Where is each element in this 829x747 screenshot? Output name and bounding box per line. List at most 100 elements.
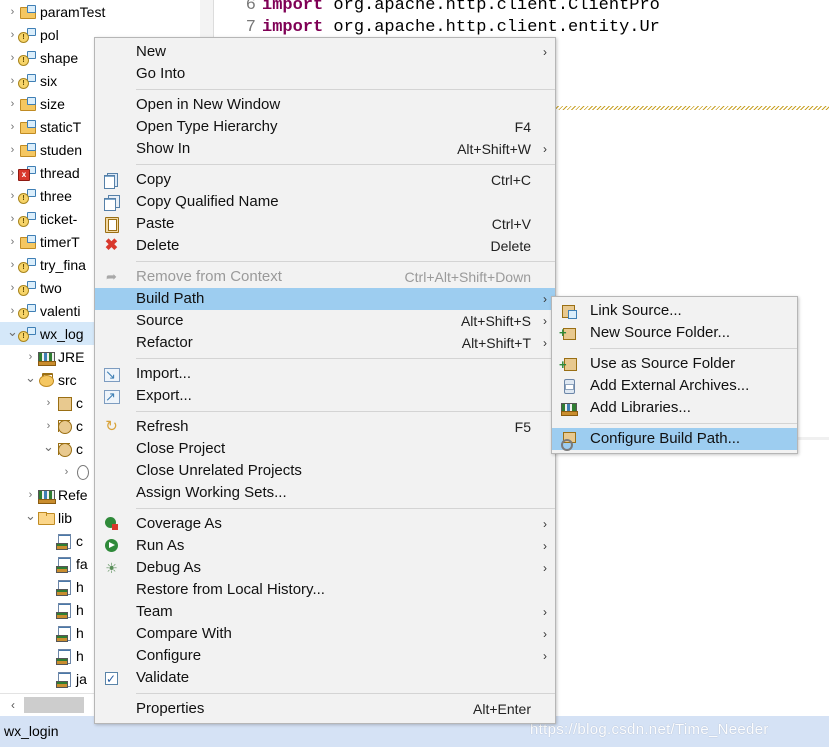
tree-item-label: ja (76, 670, 87, 687)
scroll-left-icon[interactable]: ‹ (6, 697, 20, 713)
menu-item-copy-qualified-name[interactable]: Copy Qualified Name (95, 191, 555, 213)
menu-item-coverage-as[interactable]: Coverage As › (95, 513, 555, 535)
submenu-item-configure-build-path[interactable]: Configure Build Path... (552, 428, 797, 451)
menu-item-team[interactable]: Team › (95, 601, 555, 623)
java-project-icon (18, 50, 37, 67)
java-project-icon (19, 142, 37, 158)
tree-item-label: three (40, 187, 72, 204)
delete-icon-wrap: ✖ (103, 238, 120, 254)
menu-item-refactor[interactable]: Refactor Alt+Shift+T › (95, 332, 555, 354)
status-bar-label: wx_login (4, 723, 59, 739)
menu-item-label: Compare With (136, 625, 232, 642)
chevron-right-icon[interactable]: › (6, 70, 19, 93)
copy-icon (103, 172, 120, 189)
code-line[interactable]: import org.apache.http.client.ClientPro (262, 0, 660, 15)
menu-item-run-as[interactable]: Run As › (95, 535, 555, 557)
jar-icon (55, 533, 73, 551)
chevron-right-icon[interactable]: › (6, 208, 19, 231)
chevron-right-icon[interactable]: › (6, 116, 19, 139)
java-project-icon (19, 234, 37, 250)
tree-item-label: c (76, 417, 83, 434)
menu-item-label: Build Path (136, 290, 205, 307)
menu-item-validate[interactable]: Validate (95, 667, 555, 690)
java-project-icon (19, 96, 37, 112)
chevron-right-icon: › (543, 649, 547, 663)
menu-item-source[interactable]: Source Alt+Shift+S › (95, 310, 555, 332)
tree-item-label: src (58, 371, 77, 388)
chevron-right-icon[interactable]: › (6, 93, 19, 116)
project-context-menu[interactable]: New › Go Into Open in New Window Open Type H… (94, 37, 556, 724)
menu-separator (136, 164, 555, 165)
submenu-item-new-source-folder[interactable]: New Source Folder... (552, 322, 797, 344)
menu-item-label: Delete (136, 237, 180, 254)
line-number: 6 (245, 0, 256, 15)
build-path-submenu[interactable]: Link Source... New Source Folder... Use as… (551, 296, 798, 454)
menu-item-paste[interactable]: Paste Ctrl+V (95, 213, 555, 235)
menu-item-close-unrelated-projects[interactable]: Close Unrelated Projects (95, 460, 555, 482)
menu-item-shortcut: Alt+Enter (473, 701, 531, 717)
menu-item-debug-as[interactable]: ☀ Debug As › (95, 557, 555, 579)
chevron-right-icon[interactable]: › (6, 24, 19, 47)
submenu-item-label: Add External Archives... (590, 377, 750, 394)
chevron-right-icon[interactable]: › (6, 185, 19, 208)
configure-build-path-icon (560, 431, 577, 451)
add-libraries-icon (560, 400, 578, 416)
chevron-right-icon[interactable]: › (6, 47, 19, 70)
package-icon (55, 418, 73, 435)
library-icon (37, 487, 56, 505)
chevron-right-icon[interactable]: › (6, 231, 19, 254)
menu-item-assign-working-sets[interactable]: Assign Working Sets... (95, 482, 555, 504)
menu-item-go-into[interactable]: Go Into (95, 63, 555, 85)
menu-item-open-in-new-window[interactable]: Open in New Window (95, 94, 555, 116)
chevron-right-icon[interactable]: › (6, 1, 19, 24)
scrollbar-thumb[interactable] (24, 697, 84, 713)
chevron-right-icon: › (543, 517, 547, 531)
menu-item-delete[interactable]: ✖ Delete Delete (95, 235, 555, 257)
run-icon (103, 538, 120, 554)
chevron-down-icon[interactable]: ⌄ (42, 435, 55, 458)
chevron-right-icon[interactable]: › (60, 461, 73, 484)
chevron-right-icon[interactable]: › (6, 139, 19, 162)
submenu-item-label: Configure Build Path... (590, 430, 741, 447)
menu-item-export[interactable]: Export... (95, 385, 555, 408)
menu-item-compare-with[interactable]: Compare With › (95, 623, 555, 645)
copy-qualified-icon (103, 194, 120, 211)
menu-item-label: Assign Working Sets... (136, 484, 287, 501)
menu-item-open-type-hierarchy[interactable]: Open Type Hierarchy F4 (95, 116, 555, 138)
menu-item-configure[interactable]: Configure › (95, 645, 555, 667)
tree-item-label: wx_log (40, 325, 84, 342)
menu-separator (136, 261, 555, 262)
submenu-item-add-external-archives[interactable]: Add External Archives... (552, 375, 797, 397)
menu-item-close-project[interactable]: Close Project (95, 438, 555, 460)
chevron-right-icon[interactable]: › (6, 254, 19, 277)
menu-item-build-path[interactable]: Build Path › (95, 288, 555, 310)
jar-icon (55, 579, 73, 597)
menu-item-restore-from-local-history[interactable]: Restore from Local History... (95, 579, 555, 601)
menu-item-new[interactable]: New › (95, 41, 555, 63)
tree-item-label: c (76, 532, 83, 549)
chevron-right-icon[interactable]: › (42, 392, 55, 415)
copy-qualified-icon-wrap (103, 194, 120, 211)
menu-item-label: Refactor (136, 334, 193, 351)
chevron-down-icon[interactable]: ⌄ (6, 320, 19, 343)
menu-item-shortcut: Delete (490, 238, 531, 254)
submenu-item-use-as-source-folder[interactable]: Use as Source Folder (552, 353, 797, 376)
submenu-item-add-libraries[interactable]: Add Libraries... (552, 397, 797, 419)
menu-item-import[interactable]: Import... (95, 363, 555, 386)
tree-item-paramtest[interactable]: › paramTest (0, 0, 200, 23)
menu-item-label: Open Type Hierarchy (136, 118, 278, 135)
menu-item-label: Refresh (136, 418, 189, 435)
submenu-separator (590, 423, 797, 424)
add-external-archives-icon-wrap (560, 378, 577, 394)
remove-context-icon-wrap: ➦ (103, 269, 120, 285)
chevron-down-icon[interactable]: ⌄ (24, 366, 37, 389)
submenu-item-link-source[interactable]: Link Source... (552, 300, 797, 322)
menu-item-label: Run As (136, 537, 185, 554)
menu-item-copy[interactable]: Copy Ctrl+C (95, 169, 555, 191)
menu-item-show-in[interactable]: Show In Alt+Shift+W › (95, 138, 555, 160)
code-line[interactable]: import org.apache.http.client.entity.Ur (262, 18, 660, 37)
menu-item-properties[interactable]: Properties Alt+Enter (95, 698, 555, 720)
menu-item-refresh[interactable]: ↻ Refresh F5 (95, 416, 555, 438)
chevron-down-icon[interactable]: ⌄ (24, 504, 37, 527)
chevron-right-icon[interactable]: › (6, 277, 19, 300)
